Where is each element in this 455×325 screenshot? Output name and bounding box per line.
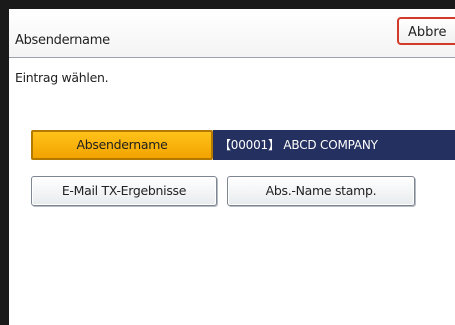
- title-bar: Absendername: [9, 9, 455, 58]
- sender-name-button[interactable]: Absendername: [31, 130, 213, 160]
- sender-name-stamp-button[interactable]: Abs.-Name stamp.: [227, 176, 415, 206]
- sender-name-value: 【00001】 ABCD COMPANY: [213, 130, 455, 160]
- cancel-button[interactable]: Abbre: [397, 17, 455, 45]
- instruction-text: Eintrag wählen.: [15, 70, 109, 85]
- email-tx-results-button[interactable]: E-Mail TX-Ergebnisse: [31, 176, 217, 206]
- page-title: Absendername: [15, 33, 110, 48]
